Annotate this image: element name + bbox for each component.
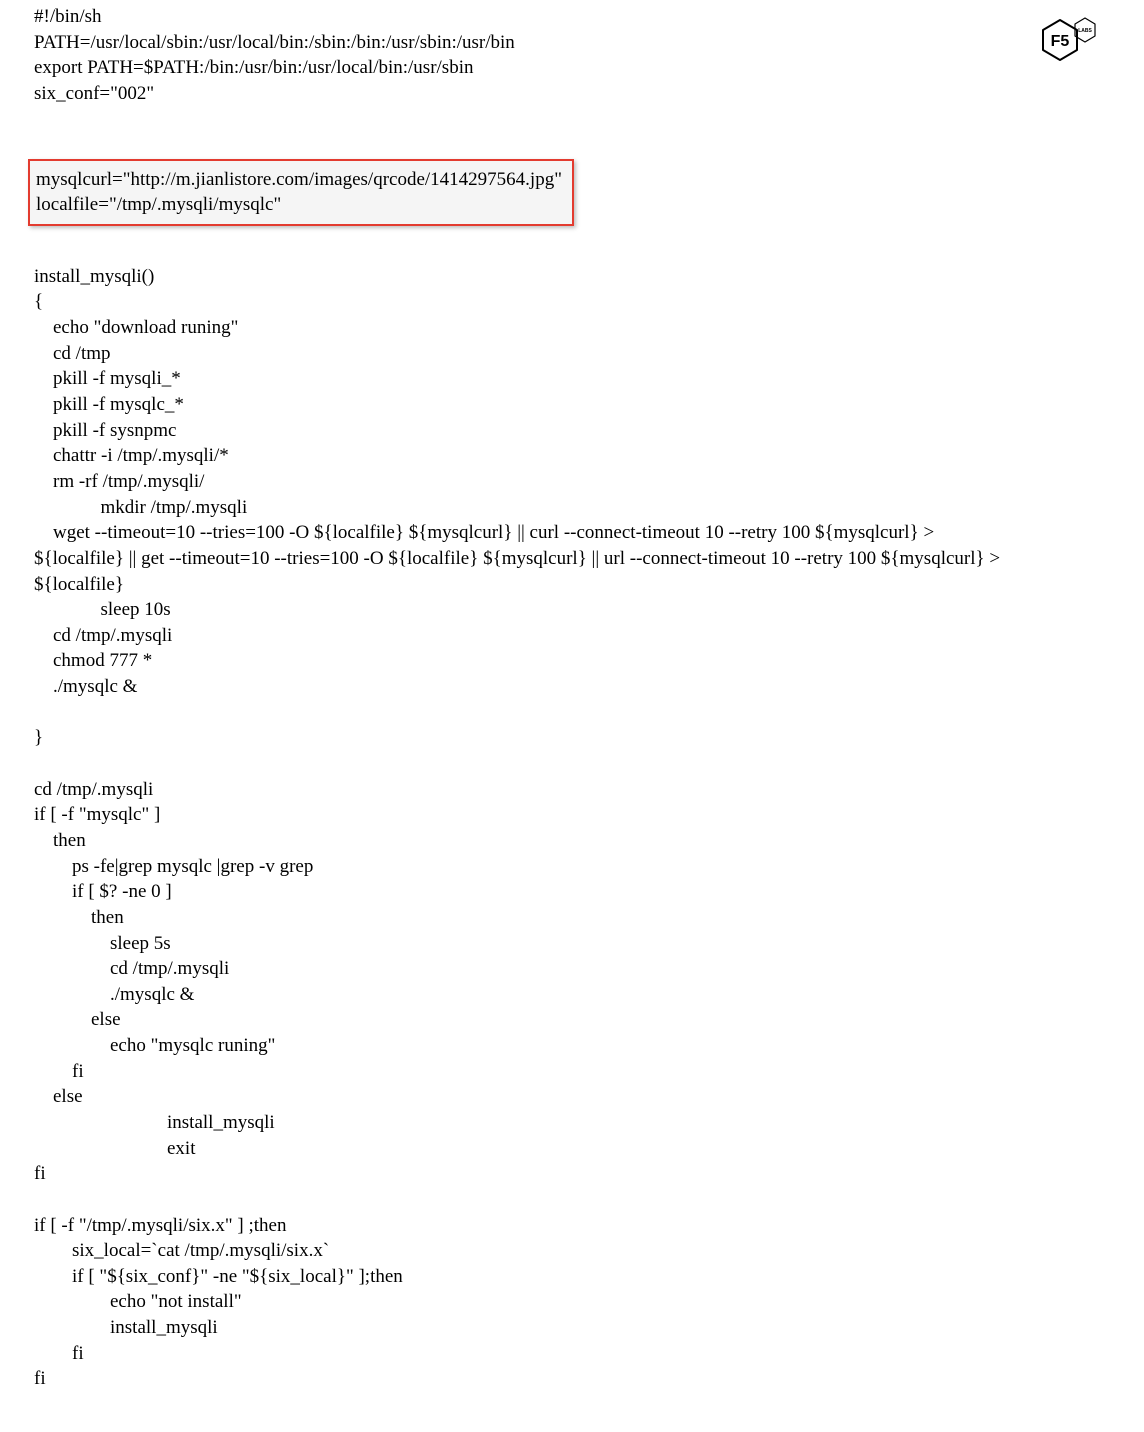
- logo-text: F5: [1051, 33, 1070, 50]
- script-body: install_mysqli() { echo "download runing…: [34, 264, 1110, 1392]
- highlighted-lines: mysqlcurl="http://m.jianlistore.com/imag…: [28, 159, 574, 226]
- script-content: #!/bin/sh PATH=/usr/local/sbin:/usr/loca…: [34, 4, 1110, 1392]
- highlighted-code: mysqlcurl="http://m.jianlistore.com/imag…: [36, 167, 562, 218]
- f5-labs-logo: F5 LABS: [1038, 16, 1100, 66]
- script-header: #!/bin/sh PATH=/usr/local/sbin:/usr/loca…: [34, 4, 1110, 107]
- logo-badge: LABS: [1078, 28, 1092, 34]
